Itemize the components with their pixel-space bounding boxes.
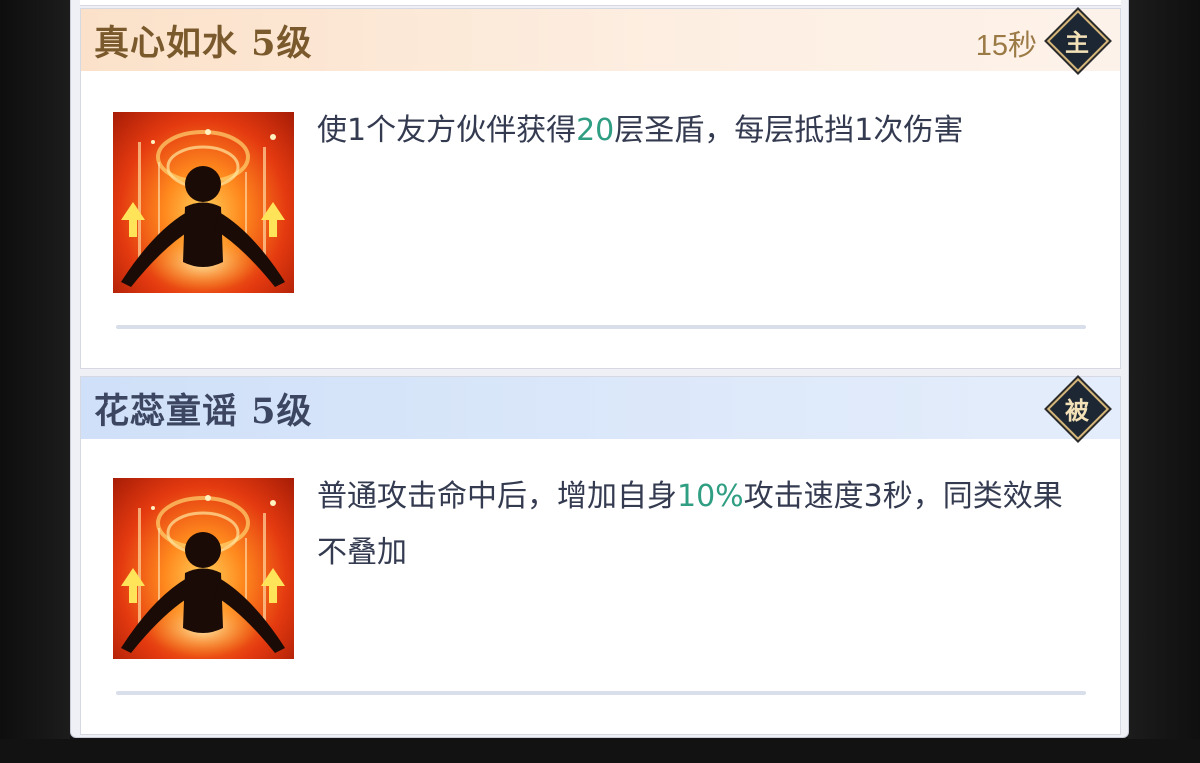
skill-card[interactable]: 花蕊童谣 5级 被 普通攻击命中后，增加自身10%攻击速度3秒，同类效果不叠加 — [80, 376, 1121, 735]
divider — [116, 325, 1086, 329]
skill-description-text: 使1个友方伙伴获得 — [317, 113, 577, 148]
background-bottom — [0, 739, 1200, 763]
divider — [116, 691, 1086, 695]
background-right — [1128, 0, 1200, 763]
skill-description-value: 20 — [576, 113, 615, 148]
skill-card[interactable]: 真心如水 5级 15秒 主 使1个友方伙伴获得20层圣盾，每层抵挡1次伤害 — [80, 8, 1121, 369]
skill-header: 真心如水 5级 15秒 主 — [81, 9, 1120, 73]
skill-cooldown: 15秒 — [975, 30, 1037, 62]
skill-description: 使1个友方伙伴获得20层圣盾，每层抵挡1次伤害 — [317, 103, 1092, 159]
buff-silhouette-icon — [113, 478, 294, 659]
background-left — [0, 0, 70, 763]
skill-type-label: 主 — [1065, 27, 1089, 57]
skill-name: 花蕊童谣 5级 — [94, 390, 313, 432]
skill-name: 真心如水 5级 — [94, 22, 313, 64]
skill-description-text: 层圣盾，每层抵挡1次伤害 — [614, 113, 964, 148]
skill-list-panel: 真心如水 5级 15秒 主 使1个友方伙伴获得20层圣盾，每层抵挡1次伤害 花蕊… — [70, 0, 1129, 738]
passive-skill-badge: 被 — [1046, 377, 1110, 441]
buff-silhouette-icon — [113, 112, 294, 293]
skill-description: 普通攻击命中后，增加自身10%攻击速度3秒，同类效果不叠加 — [317, 469, 1092, 581]
previous-card-edge — [80, 0, 1121, 6]
skill-description-value: 10% — [677, 479, 744, 514]
skill-header: 花蕊童谣 5级 被 — [81, 377, 1120, 441]
skill-description-text: 普通攻击命中后，增加自身 — [317, 479, 677, 514]
skill-type-label: 被 — [1065, 395, 1089, 425]
active-skill-badge: 主 — [1046, 9, 1110, 73]
